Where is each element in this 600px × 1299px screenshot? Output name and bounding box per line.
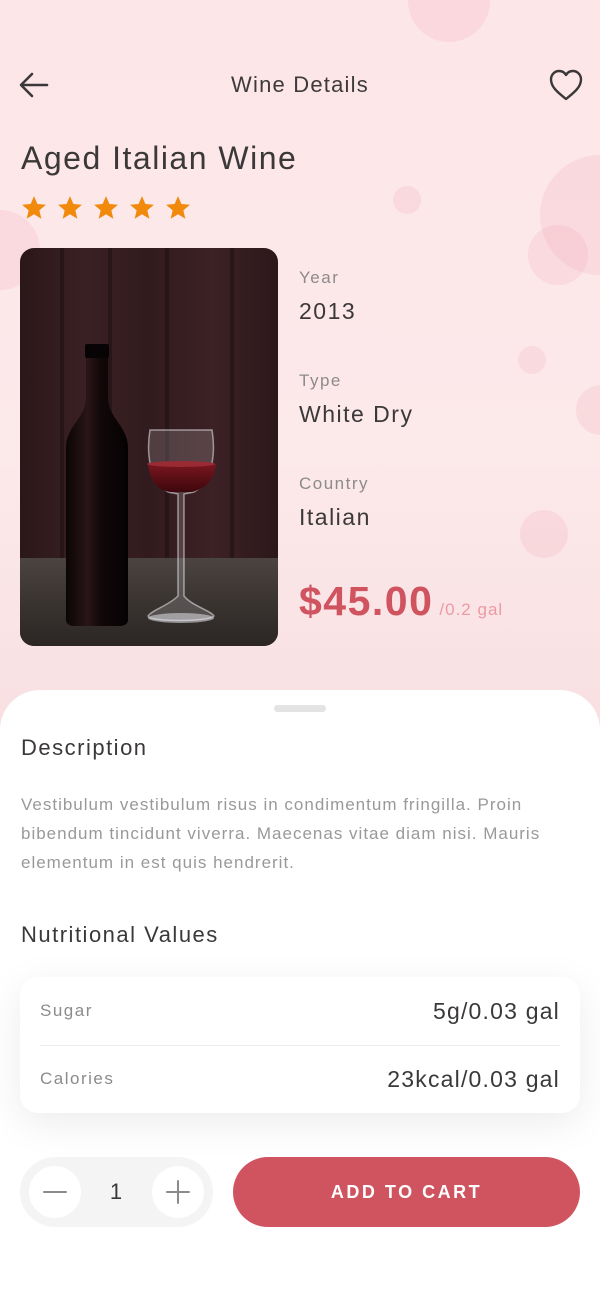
quantity-value: 1 [109, 1179, 124, 1204]
price-amount: $45.00 [299, 578, 434, 624]
price-unit: /0.2 gal [439, 600, 504, 619]
nutrition-title: Nutritional Values [21, 922, 219, 947]
star-icon [58, 196, 82, 219]
product-name: Aged Italian Wine [21, 140, 298, 176]
wine-bottle-and-glass-photo [20, 248, 278, 646]
favorite-button[interactable] [546, 65, 586, 105]
nutrition-label: Calories [40, 1069, 115, 1088]
plus-icon [166, 1180, 190, 1204]
spec-country-value: Italian [299, 504, 371, 530]
arrow-left-icon [19, 72, 49, 98]
sheet-drag-handle[interactable] [274, 705, 326, 712]
spec-country-label: Country [299, 474, 370, 493]
star-icon [130, 196, 154, 219]
decrease-quantity-button[interactable] [29, 1166, 81, 1218]
heart-outline-icon [549, 69, 583, 101]
page-title: Wine Details [231, 72, 369, 97]
spec-country: Country Italian [299, 474, 413, 577]
nutrition-card: Sugar 5g/0.03 gal Calories 23kcal/0.03 g… [20, 977, 580, 1113]
increase-quantity-button[interactable] [152, 1166, 204, 1218]
spec-type-value: White Dry [299, 401, 414, 427]
quantity-stepper: 1 [20, 1157, 213, 1227]
top-bar: Wine Details [0, 55, 600, 115]
description-text: Vestibulum vestibulum risus in condiment… [21, 795, 541, 872]
spec-year: Year 2013 [299, 268, 413, 371]
add-to-cart-button[interactable]: ADD TO CART [233, 1157, 580, 1227]
spec-year-label: Year [299, 268, 340, 287]
spec-year-value: 2013 [299, 298, 357, 324]
details-sheet: Description Vestibulum vestibulum risus … [0, 690, 600, 1299]
product-specs: Year 2013 Type White Dry Country Italian [299, 268, 413, 577]
star-icon [94, 196, 118, 219]
nutrition-label: Sugar [40, 1001, 93, 1020]
rating-stars [20, 194, 192, 222]
star-icon [166, 196, 190, 219]
nutrition-value: 5g/0.03 gal [432, 997, 560, 1024]
price: $45.00 /0.2 gal [299, 578, 503, 625]
star-icon [22, 196, 46, 219]
spec-type: Type White Dry [299, 371, 413, 474]
description-title: Description [21, 735, 148, 760]
back-button[interactable] [14, 65, 54, 105]
spec-type-label: Type [299, 371, 342, 390]
nutrition-row-sugar: Sugar 5g/0.03 gal [40, 977, 560, 1045]
minus-icon [43, 1191, 67, 1193]
nutrition-value: 23kcal/0.03 gal [387, 1065, 560, 1092]
nutrition-row-calories: Calories 23kcal/0.03 gal [40, 1045, 560, 1113]
